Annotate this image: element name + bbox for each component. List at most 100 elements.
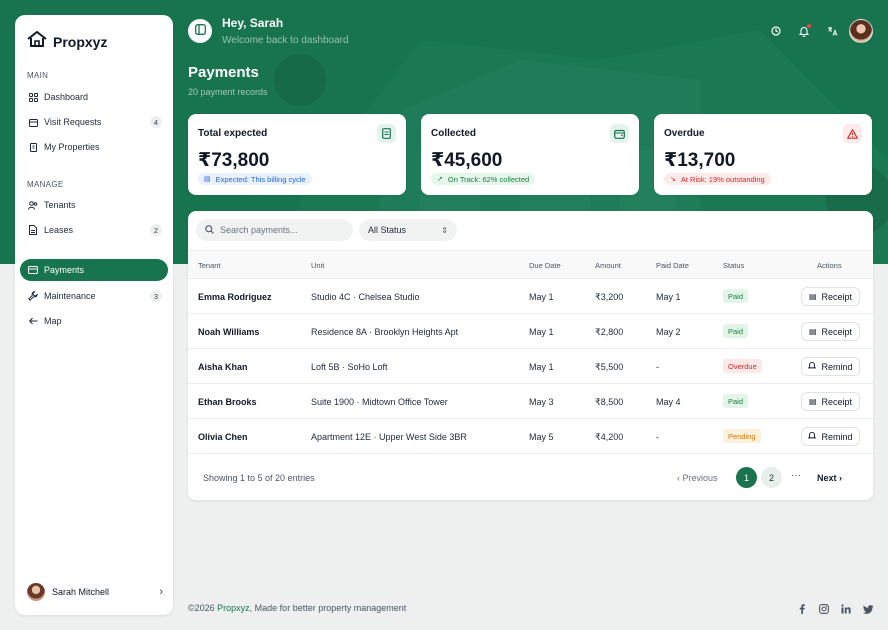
- action-label: Remind: [821, 431, 853, 442]
- file-icon: [28, 225, 38, 235]
- user-menu[interactable]: Sarah Mitchell ›: [27, 581, 163, 603]
- bell-icon[interactable]: [797, 24, 811, 38]
- grid-icon: [28, 92, 38, 102]
- copyright-suffix: , Made for better property management: [249, 603, 407, 613]
- receipt-icon: ▤: [808, 397, 817, 406]
- instagram-icon[interactable]: [818, 603, 830, 615]
- linkedin-icon[interactable]: [840, 603, 852, 615]
- stat-tag-text: On Track: 62% collected: [447, 174, 530, 184]
- paid-date: -: [656, 362, 659, 372]
- previous-label: Previous: [682, 473, 718, 483]
- tenant-name: Noah Williams: [198, 327, 260, 337]
- stat-value: ₹13,700: [664, 150, 736, 171]
- sidebar-item-leases[interactable]: Leases 2: [20, 219, 168, 241]
- status-badge: Paid: [723, 394, 749, 408]
- brand-logo[interactable]: Propxyz: [27, 30, 107, 53]
- sidebar-item-label: Tenants: [44, 200, 76, 210]
- bell-icon: [808, 361, 817, 372]
- column-header: Paid Date: [656, 261, 689, 270]
- stat-card-overdue: Overdue ₹13,700 ↘ At Risk: 19% outstandin…: [654, 114, 872, 195]
- remind-button[interactable]: Remind: [801, 427, 860, 446]
- amount: ₹8,500: [595, 397, 624, 407]
- sidebar-item-map[interactable]: Map: [20, 310, 168, 332]
- receipt-icon: ▤: [808, 292, 817, 301]
- twitter-icon[interactable]: [862, 603, 874, 615]
- copyright-text: ©2026 Propxyz, Made for better property …: [188, 603, 406, 613]
- stat-card-total-expected: Total expected ₹73,800 ▤ Expected: This b…: [188, 114, 406, 195]
- paid-date: May 4: [656, 397, 681, 407]
- sidebar-toggle-button[interactable]: [188, 19, 212, 43]
- arrow-left-icon: [28, 316, 38, 326]
- count-badge: 2: [150, 224, 162, 236]
- paid-date: May 2: [656, 327, 681, 337]
- next-page-button[interactable]: Next ›: [817, 473, 842, 483]
- search-field[interactable]: [196, 219, 353, 241]
- document-icon: ▤: [204, 176, 211, 183]
- search-input[interactable]: [220, 225, 340, 235]
- stat-label: Overdue: [664, 128, 705, 139]
- due-date: May 1: [529, 327, 554, 337]
- status-badge: Overdue: [723, 359, 762, 373]
- due-date: May 5: [529, 432, 554, 442]
- chevron-right-icon: ›: [836, 473, 843, 483]
- amount: ₹2,800: [595, 327, 624, 337]
- tenant-name: Ethan Brooks: [198, 397, 257, 407]
- sidebar-item-maintenance[interactable]: Maintenance 3: [20, 285, 168, 307]
- tenant-name: Olivia Chen: [198, 432, 248, 442]
- avatar[interactable]: [849, 19, 873, 43]
- greeting-subtitle: Welcome back to dashboard: [222, 35, 349, 46]
- stat-label: Total expected: [198, 128, 268, 139]
- page-button-1[interactable]: 1: [736, 467, 757, 488]
- translate-icon[interactable]: [825, 24, 839, 38]
- receipt-button[interactable]: ▤ Receipt: [801, 287, 860, 306]
- greeting: Hey, Sarah: [222, 16, 284, 30]
- facebook-icon[interactable]: [796, 603, 808, 615]
- receipt-button[interactable]: ▤ Receipt: [801, 392, 860, 411]
- amount: ₹3,200: [595, 292, 624, 302]
- status-badge: ↗ On Track: 62% collected: [431, 173, 536, 185]
- stat-card-collected: Collected ₹45,600 ↗ On Track: 62% collect…: [421, 114, 639, 195]
- stat-tag-text: At Risk: 19% outstanding: [680, 174, 765, 184]
- remind-button[interactable]: Remind: [801, 357, 860, 376]
- clock-icon[interactable]: [769, 24, 783, 38]
- status-badge: ▤ Expected: This billing cycle: [198, 173, 312, 185]
- stat-tag-text: Expected: This billing cycle: [215, 174, 306, 184]
- sidebar-item-label: Visit Requests: [44, 117, 102, 127]
- table-row: Emma Rodriguez Studio 4C · Chelsea Studi…: [188, 279, 873, 314]
- sidebar-item-label: Dashboard: [44, 92, 89, 102]
- paid-date: -: [656, 432, 659, 442]
- brand-name: Propxyz: [53, 33, 108, 50]
- stat-value: ₹73,800: [198, 150, 270, 171]
- table-row: Ethan Brooks Suite 1900 · Midtown Office…: [188, 384, 873, 419]
- receipt-button[interactable]: ▤ Receipt: [801, 322, 860, 341]
- previous-page-button[interactable]: ‹ Previous: [677, 473, 718, 483]
- unit-name: Apartment 12E · Upper West Side 3BR: [311, 432, 467, 442]
- action-label: Receipt: [821, 396, 853, 407]
- wallet-icon: [610, 124, 629, 143]
- status-filter-select[interactable]: All Status ⇕: [359, 219, 457, 241]
- sidebar-item-tenants[interactable]: Tenants: [20, 194, 168, 216]
- next-label: Next: [817, 473, 837, 483]
- table-row: Noah Williams Residence 8A · Brooklyn He…: [188, 314, 873, 349]
- notification-dot: [807, 24, 811, 28]
- pagination-ellipsis: ···: [791, 470, 801, 481]
- sidebar-item-visit-requests[interactable]: Visit Requests 4: [20, 111, 168, 133]
- due-date: May 1: [529, 292, 554, 302]
- alert-icon: [843, 124, 862, 143]
- trending-down-icon: ↘: [670, 176, 676, 183]
- sidebar-item-payments[interactable]: Payments: [20, 259, 168, 281]
- unit-name: Residence 8A · Brooklyn Heights Apt: [311, 327, 459, 337]
- amount: ₹4,200: [595, 432, 624, 442]
- column-header: Unit: [311, 261, 325, 270]
- stat-label: Collected: [431, 128, 477, 139]
- sidebar-item-dashboard[interactable]: Dashboard: [20, 86, 168, 108]
- sidebar-item-label: Payments: [44, 265, 85, 275]
- column-header: Actions: [817, 261, 842, 270]
- footer-brand-link[interactable]: Propxyz: [217, 603, 250, 613]
- building-icon: [28, 142, 38, 152]
- pagination-bar: Showing 1 to 5 of 20 entries ‹ Previous …: [188, 457, 873, 500]
- page-button-2[interactable]: 2: [761, 467, 782, 488]
- section-label-main: MAIN: [27, 71, 49, 80]
- sidebar-item-my-properties[interactable]: My Properties: [20, 136, 168, 158]
- users-icon: [28, 200, 38, 210]
